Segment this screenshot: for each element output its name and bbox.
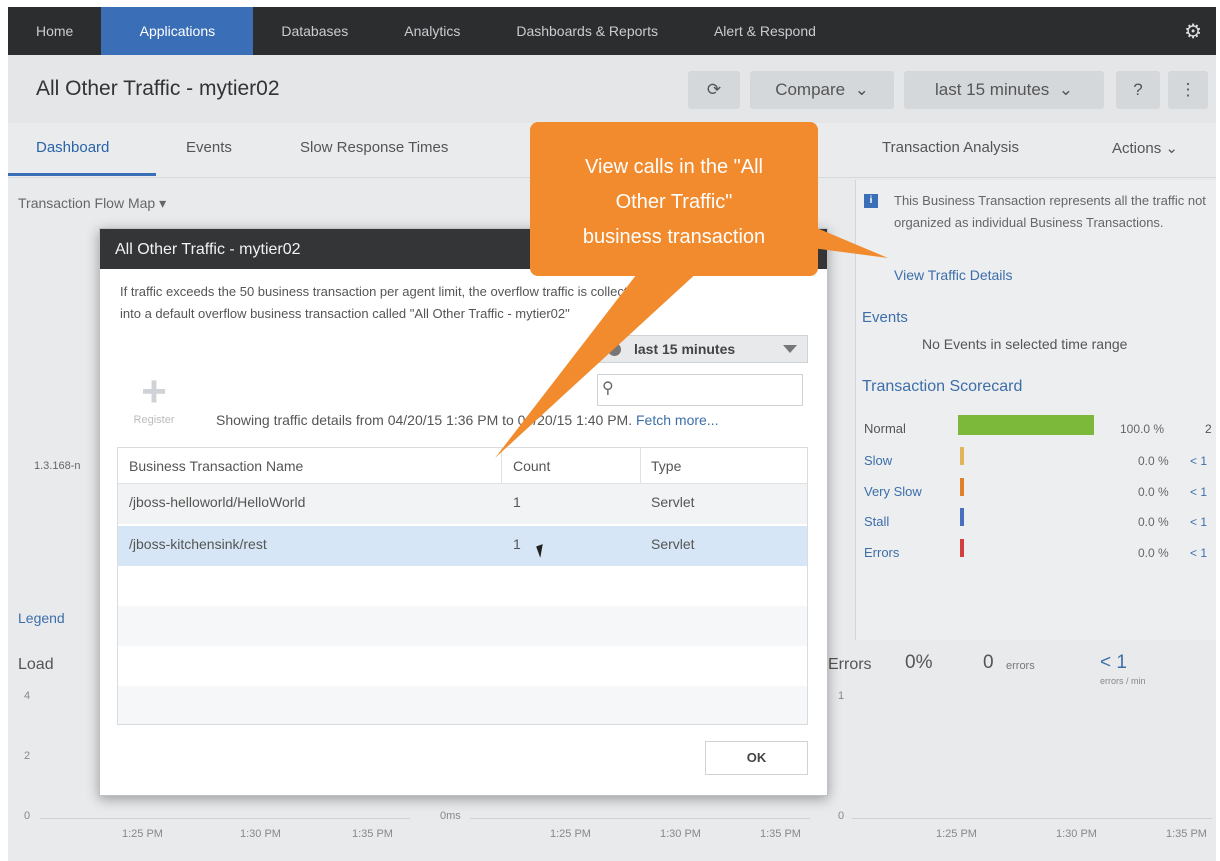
callout-pointer-table — [495, 270, 700, 458]
callout-annotation: View calls in the "All Other Traffic" bu… — [530, 122, 818, 276]
callout-line: View calls in the "All — [585, 156, 763, 178]
callout-line: Other Traffic" — [615, 191, 733, 213]
callout-pointer-info — [812, 226, 888, 258]
callout-line: business transaction — [582, 226, 766, 248]
